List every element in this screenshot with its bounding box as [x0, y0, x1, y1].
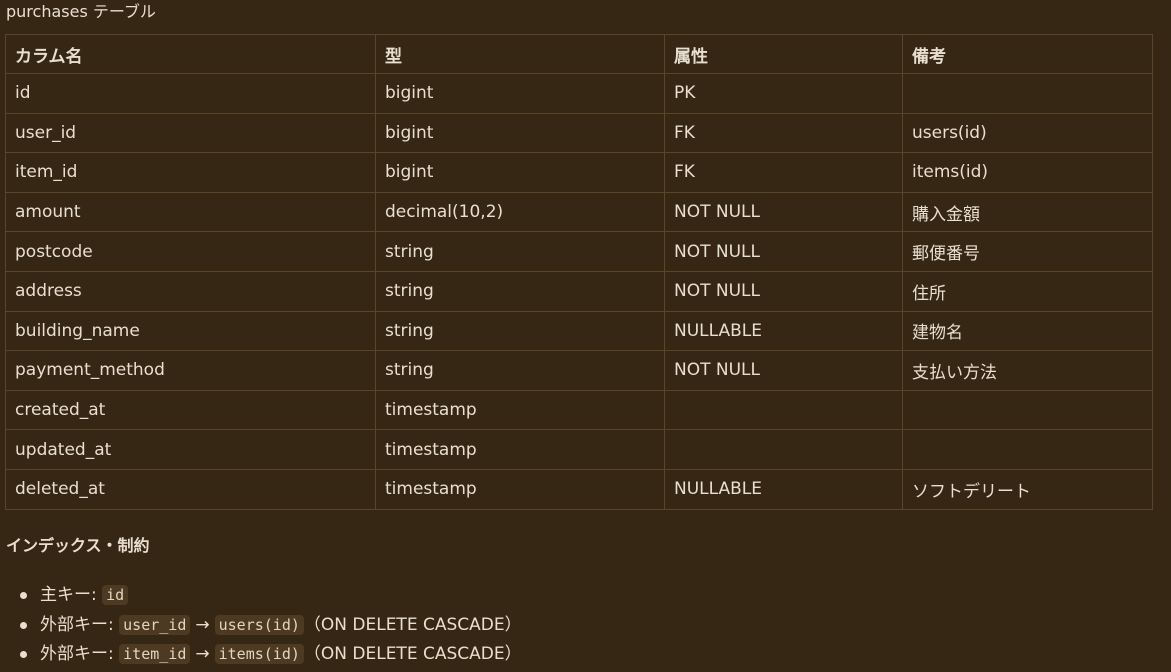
cell-type: timestamp [375, 468, 665, 510]
table-row: created_at timestamp [5, 389, 1153, 431]
cell-type: string [375, 231, 665, 272]
table-row: address string NOT NULL 住所 [5, 270, 1153, 312]
table-row: payment_method string NOT NULL 支払い方法 [5, 350, 1153, 391]
cell-attribute [664, 389, 903, 431]
page-title: purchases テーブル [6, 2, 156, 21]
cell-type: string [375, 310, 665, 352]
cell-note: 建物名 [902, 310, 1153, 352]
constraint-label: 主キー: [40, 585, 103, 605]
cell-attribute: NOT NULL [664, 191, 903, 233]
cell-note [902, 429, 1153, 470]
table-row: id bigint PK [5, 73, 1153, 114]
cell-column-name: building_name [5, 310, 376, 352]
cell-column-name: postcode [5, 231, 376, 272]
table-row: postcode string NOT NULL 郵便番号 [5, 231, 1153, 272]
cell-note: ソフトデリート [902, 468, 1153, 510]
cell-attribute: FK [664, 112, 903, 154]
cell-column-name: updated_at [5, 429, 376, 470]
page: purchases テーブル カラム名 型 属性 備考 id bigint PK [0, 0, 1171, 672]
constraint-suffix: （ON DELETE CASCADE） [303, 614, 522, 635]
cell-type: bigint [375, 112, 665, 154]
cell-attribute: NULLABLE [664, 310, 903, 352]
inline-code: user_id [119, 614, 191, 635]
inline-code: users(id) [214, 614, 304, 635]
arrow-icon: → [195, 614, 210, 635]
constraint-label: 外部キー: [40, 644, 120, 664]
table-row: amount decimal(10,2) NOT NULL 購入金額 [5, 191, 1153, 233]
list-item-foreign-key: 外部キー: user_id → users(id) （ON DELETE CASCAD… [0, 611, 522, 641]
constraints-list: 主キー: id 外部キー: user_id → users(id) （ON DELET… [0, 581, 522, 670]
cell-type: timestamp [375, 389, 665, 431]
constraints-heading: インデックス・制約 [6, 536, 150, 555]
cell-note: 住所 [902, 270, 1153, 312]
cell-column-name: payment_method [5, 350, 376, 391]
cell-column-name: user_id [5, 112, 376, 154]
inline-code: items(id) [214, 644, 304, 664]
cell-note: 郵便番号 [902, 231, 1153, 272]
cell-type: decimal(10,2) [375, 191, 665, 233]
constraint-label: 外部キー: [40, 614, 120, 635]
cell-type: bigint [375, 73, 665, 114]
cell-note: items(id) [902, 152, 1153, 193]
list-item-foreign-key: 外部キー: item_id → items(id) （ON DELETE CASCAD… [0, 640, 522, 670]
inline-code: item_id [119, 644, 191, 664]
cell-attribute: PK [664, 73, 903, 114]
table-row: item_id bigint FK items(id) [5, 152, 1153, 193]
cell-note [902, 389, 1153, 431]
cell-type: string [375, 270, 665, 312]
cell-column-name: amount [5, 191, 376, 233]
arrow-icon: → [195, 644, 210, 664]
cell-attribute: NULLABLE [664, 468, 903, 510]
cell-attribute: NOT NULL [664, 350, 903, 391]
cell-column-name: id [5, 73, 376, 114]
table-header-row: カラム名 型 属性 備考 [5, 34, 1153, 74]
inline-code: id [102, 585, 129, 605]
cell-note: 購入金額 [902, 191, 1153, 233]
cell-attribute: NOT NULL [664, 270, 903, 312]
column-header-type: 型 [375, 34, 665, 74]
list-item-primary-key: 主キー: id [0, 581, 522, 611]
constraint-suffix: （ON DELETE CASCADE） [303, 644, 522, 664]
column-header-attribute: 属性 [664, 34, 903, 74]
cell-attribute: NOT NULL [664, 231, 903, 272]
cell-type: string [375, 350, 665, 391]
schema-table: カラム名 型 属性 備考 id bigint PK user_id bigint… [5, 34, 1153, 510]
cell-type: bigint [375, 152, 665, 193]
column-header-note: 備考 [902, 34, 1153, 74]
table-row: deleted_at timestamp NULLABLE ソフトデリート [5, 468, 1153, 510]
cell-attribute [664, 429, 903, 470]
table-row: building_name string NULLABLE 建物名 [5, 310, 1153, 352]
cell-type: timestamp [375, 429, 665, 470]
table-row: updated_at timestamp [5, 429, 1153, 470]
cell-attribute: FK [664, 152, 903, 193]
table-row: user_id bigint FK users(id) [5, 112, 1153, 154]
cell-column-name: address [5, 270, 376, 312]
cell-note: users(id) [902, 112, 1153, 154]
cell-column-name: item_id [5, 152, 376, 193]
cell-column-name: deleted_at [5, 468, 376, 510]
column-header-name: カラム名 [5, 34, 376, 74]
cell-column-name: created_at [5, 389, 376, 431]
cell-note: 支払い方法 [902, 350, 1153, 391]
cell-note [902, 73, 1153, 114]
